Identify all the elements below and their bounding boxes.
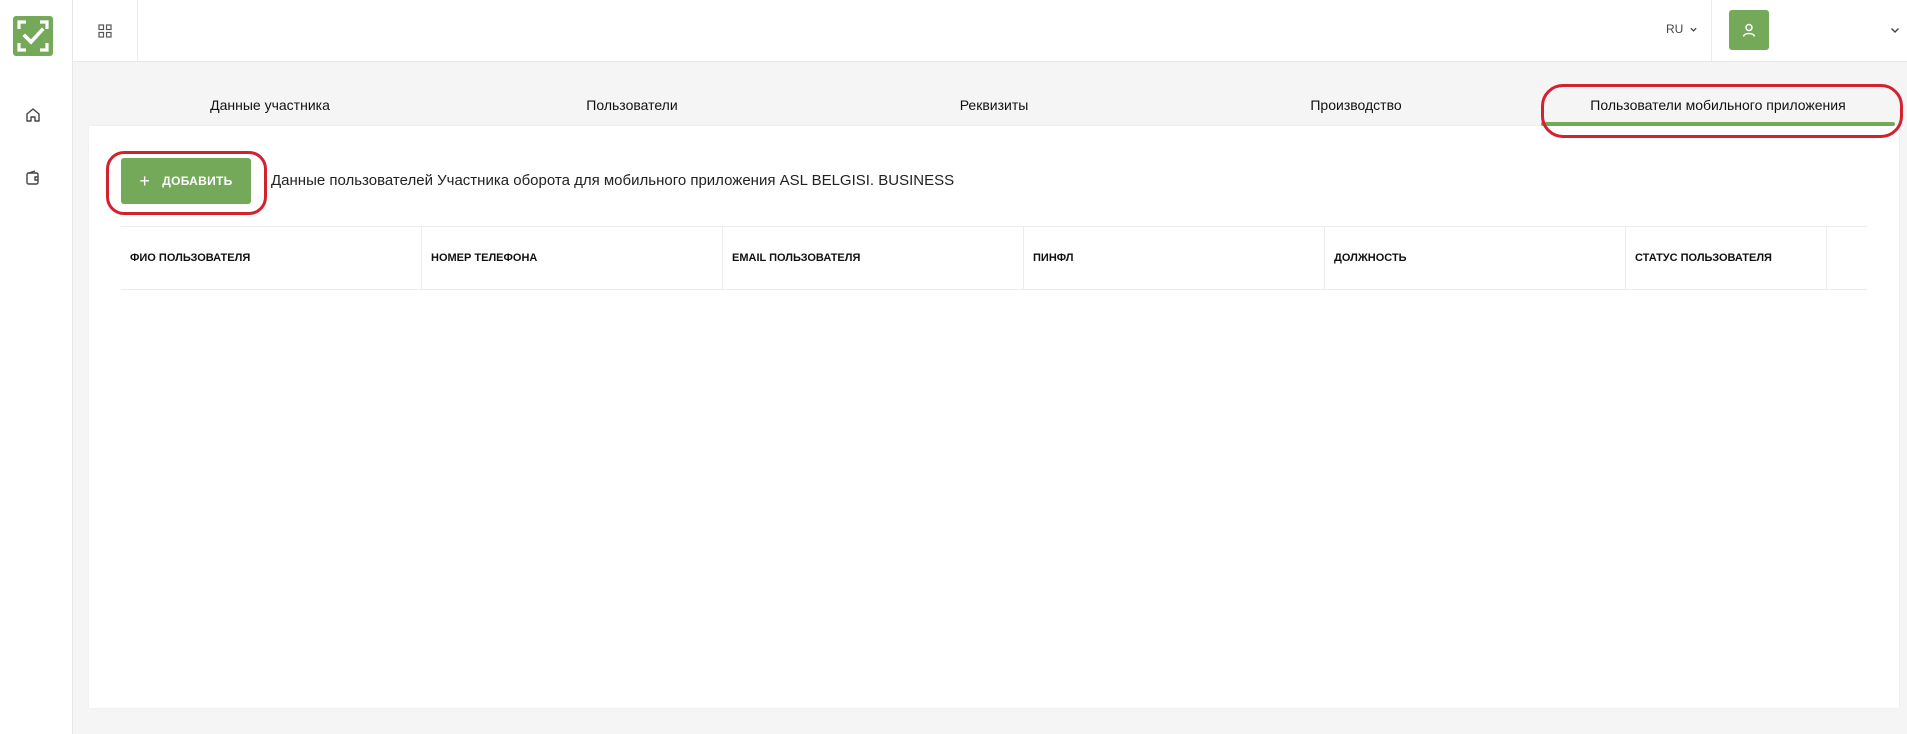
plus-icon: +	[139, 171, 151, 191]
column-header-phone[interactable]: НОМЕР ТЕЛЕФОНА	[422, 227, 723, 289]
column-header-actions	[1827, 227, 1867, 289]
tab-label: Данные участника	[210, 97, 330, 113]
tab-participant-data[interactable]: Данные участника	[89, 84, 451, 126]
apps-grid-icon[interactable]	[73, 0, 138, 61]
tab-mobile-app-users[interactable]: Пользователи мобильного приложения	[1537, 84, 1899, 126]
tab-label: Пользователи	[586, 97, 678, 113]
logo-check-frame-icon[interactable]	[13, 16, 53, 56]
language-label: RU	[1666, 22, 1684, 36]
tab-label: Реквизиты	[959, 97, 1029, 113]
language-selector[interactable]: RU	[1666, 22, 1698, 36]
column-header-email[interactable]: EMAIL ПОЛЬЗОВАТЕЛЯ	[723, 227, 1024, 289]
home-icon[interactable]	[22, 104, 44, 126]
column-header-status[interactable]: СТАТУС ПОЛЬЗОВАТЕЛЯ	[1626, 227, 1827, 289]
chevron-down-icon[interactable]	[1889, 24, 1901, 36]
panel-description: Данные пользователей Участника оборота д…	[271, 172, 955, 189]
column-header-full-name[interactable]: ФИО ПОЛЬЗОВАТЕЛЯ	[121, 227, 422, 289]
mobile-users-panel: + ДОБАВИТЬ Данные пользователей Участник…	[89, 126, 1899, 708]
add-button[interactable]: + ДОБАВИТЬ	[121, 158, 251, 204]
user-menu[interactable]	[1711, 0, 1907, 61]
top-header: RU	[73, 0, 1907, 62]
tab-label: Производство	[1310, 97, 1402, 113]
wallet-icon[interactable]	[22, 167, 44, 189]
tab-requisites[interactable]: Реквизиты	[813, 84, 1175, 126]
users-table-header: ФИО ПОЛЬЗОВАТЕЛЯ НОМЕР ТЕЛЕФОНА EMAIL ПО…	[121, 226, 1867, 290]
add-button-label: ДОБАВИТЬ	[162, 174, 233, 188]
chevron-down-icon	[1690, 27, 1697, 32]
tab-label: Пользователи мобильного приложения	[1590, 97, 1846, 113]
user-icon[interactable]	[1729, 10, 1769, 50]
column-header-pinfl[interactable]: ПИНФЛ	[1024, 227, 1325, 289]
tab-bar: Данные участника Пользователи Реквизиты …	[89, 84, 1899, 126]
tab-users[interactable]: Пользователи	[451, 84, 813, 126]
column-header-position[interactable]: ДОЛЖНОСТЬ	[1325, 227, 1626, 289]
tab-production[interactable]: Производство	[1175, 84, 1537, 126]
sidebar	[0, 0, 73, 734]
